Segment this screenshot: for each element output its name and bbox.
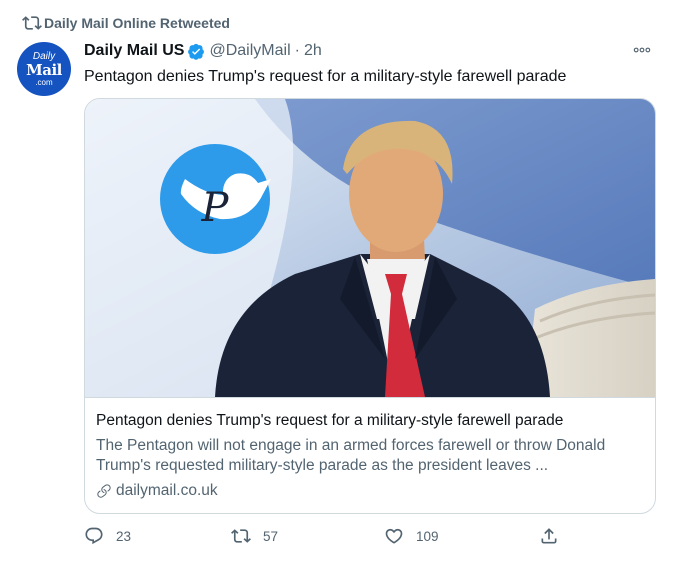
avatar[interactable]: Daily Mail .com <box>17 42 71 96</box>
card-body[interactable]: Pentagon denies Trump's request for a mi… <box>85 397 655 513</box>
retweet-icon <box>231 529 251 543</box>
share-button[interactable] <box>539 526 571 546</box>
card-domain-text: dailymail.co.uk <box>116 482 218 499</box>
author-handle[interactable]: @DailyMail <box>209 42 290 60</box>
verified-badge-icon <box>188 43 205 60</box>
ellipsis-icon <box>633 47 651 53</box>
card-description: The Pentagon will not engage in an armed… <box>96 437 606 474</box>
link-preview-card[interactable]: P Pentagon denies Trump's request for a … <box>84 98 656 514</box>
more-options-icon[interactable] <box>630 40 654 60</box>
tweet-text: Pentagon denies Trump's request for a mi… <box>84 68 567 85</box>
retweet-button[interactable]: 57 <box>231 526 278 546</box>
avatar-text-line-3: .com <box>35 77 53 87</box>
avatar-text-line-1: Daily <box>32 50 56 62</box>
retweet-count: 57 <box>263 528 279 544</box>
card-image: P <box>85 99 655 397</box>
separator-dot: · <box>294 42 300 59</box>
reply-icon <box>85 527 103 545</box>
tweet-timestamp[interactable]: 2h <box>304 42 322 60</box>
card-title: Pentagon denies Trump's request for a mi… <box>96 412 564 429</box>
action-bar: 23 57 109 <box>84 526 654 550</box>
retweet-indicator[interactable]: Daily Mail Online Retweeted <box>22 13 230 33</box>
reply-button[interactable]: 23 <box>84 526 131 546</box>
card-domain[interactable]: dailymail.co.uk <box>96 482 218 500</box>
avatar-text-line-2: Mail <box>26 60 62 79</box>
retweeted-by-label: Daily Mail Online Retweeted <box>44 15 230 31</box>
reply-count: 23 <box>116 528 132 544</box>
tweet-header: Daily Mail US @DailyMail · 2h <box>84 42 322 60</box>
retweet-icon <box>22 16 42 30</box>
share-icon <box>541 528 557 544</box>
author-name[interactable]: Daily Mail US <box>84 42 184 60</box>
heart-icon <box>385 528 403 544</box>
like-button[interactable]: 109 <box>384 526 439 546</box>
like-count: 109 <box>416 528 439 544</box>
watermark-letter: P <box>201 185 230 231</box>
link-icon <box>97 484 111 498</box>
